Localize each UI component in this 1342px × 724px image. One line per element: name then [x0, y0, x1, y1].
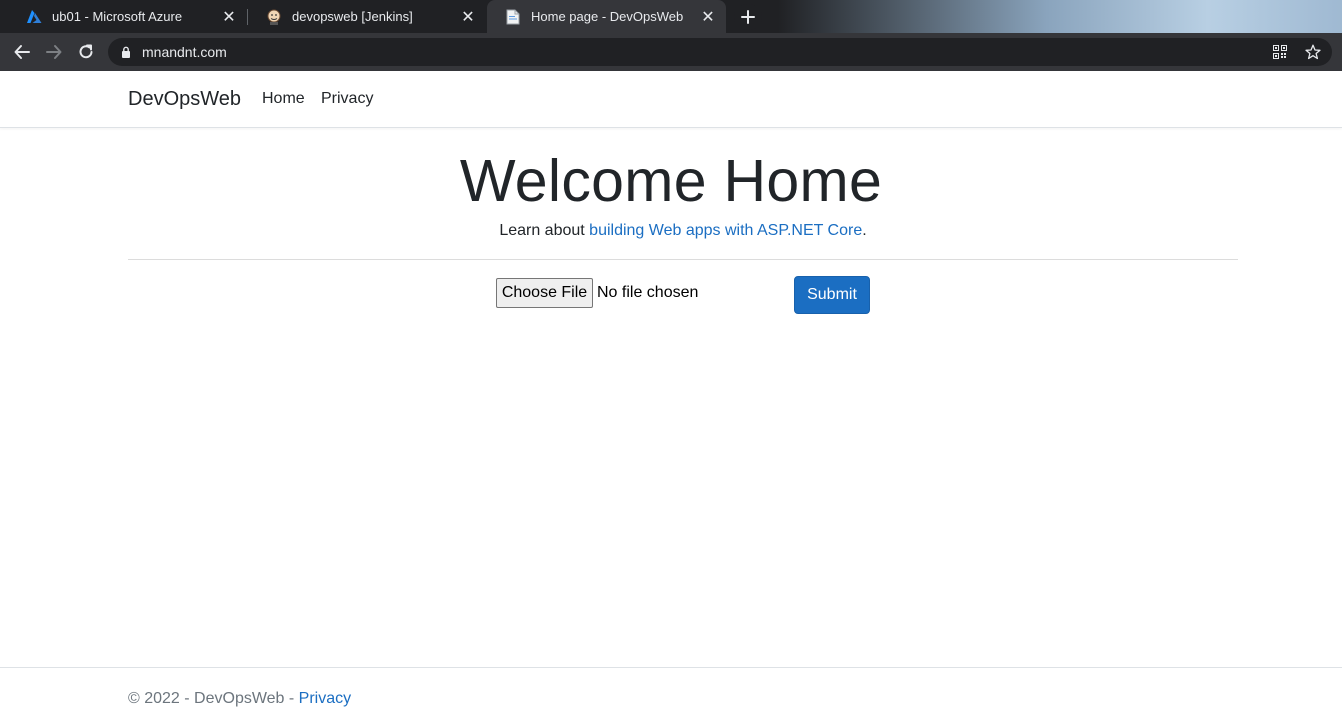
- site-navbar: DevOpsWeb Home Privacy: [0, 71, 1342, 128]
- file-status-text: No file chosen: [597, 284, 699, 301]
- footer-privacy-link[interactable]: Privacy: [299, 690, 351, 707]
- tab-title: Home page - DevOpsWeb: [531, 9, 684, 24]
- submit-button[interactable]: Submit: [794, 276, 870, 314]
- close-icon[interactable]: ✕: [460, 9, 476, 26]
- arrow-left-icon: [14, 45, 30, 59]
- close-icon[interactable]: ✕: [221, 9, 237, 26]
- footer-text: © 2022 - DevOpsWeb - Privacy: [128, 690, 351, 708]
- qr-code-icon[interactable]: [1272, 44, 1288, 60]
- site-footer: © 2022 - DevOpsWeb - Privacy: [0, 667, 1342, 724]
- back-button[interactable]: [12, 42, 32, 62]
- close-icon[interactable]: ✕: [700, 9, 716, 26]
- star-icon[interactable]: [1305, 44, 1321, 60]
- lock-icon[interactable]: [119, 45, 133, 59]
- nav-link-privacy[interactable]: Privacy: [321, 90, 373, 108]
- intro-text: Learn about building Web apps with ASP.N…: [0, 222, 1342, 240]
- jenkins-icon: [266, 9, 282, 25]
- intro-prefix: Learn about: [499, 222, 590, 239]
- tab-home-page[interactable]: Home page - DevOpsWeb ✕: [487, 0, 726, 33]
- browser-toolbar: mnandnt.com: [0, 33, 1342, 71]
- address-bar[interactable]: mnandnt.com: [108, 38, 1332, 66]
- copyright-text: © 2022 - DevOpsWeb -: [128, 690, 299, 707]
- tab-title: devopsweb [Jenkins]: [292, 9, 413, 24]
- tab-azure[interactable]: ub01 - Microsoft Azure ✕: [8, 0, 247, 33]
- reload-button[interactable]: [76, 42, 96, 62]
- url-text: mnandnt.com: [142, 44, 227, 60]
- divider: [128, 259, 1238, 260]
- nav-link-home[interactable]: Home: [262, 90, 305, 108]
- forward-button[interactable]: [44, 42, 64, 62]
- tab-title: ub01 - Microsoft Azure: [52, 9, 183, 24]
- tab-jenkins[interactable]: devopsweb [Jenkins] ✕: [248, 0, 486, 33]
- plus-icon: [741, 10, 755, 24]
- page-title: Welcome Home: [459, 148, 883, 214]
- page-icon: [505, 9, 521, 25]
- azure-icon: [26, 9, 42, 25]
- arrow-right-icon: [46, 45, 62, 59]
- choose-file-button[interactable]: Choose File: [496, 278, 593, 308]
- intro-suffix: .: [862, 222, 867, 239]
- reload-icon: [79, 44, 93, 59]
- aspnet-docs-link[interactable]: building Web apps with ASP.NET Core: [589, 222, 862, 239]
- tab-strip: ub01 - Microsoft Azure ✕ devopsweb [Jenk…: [0, 0, 1342, 33]
- new-tab-button[interactable]: [734, 4, 762, 30]
- site-brand-link[interactable]: DevOpsWeb: [128, 88, 241, 111]
